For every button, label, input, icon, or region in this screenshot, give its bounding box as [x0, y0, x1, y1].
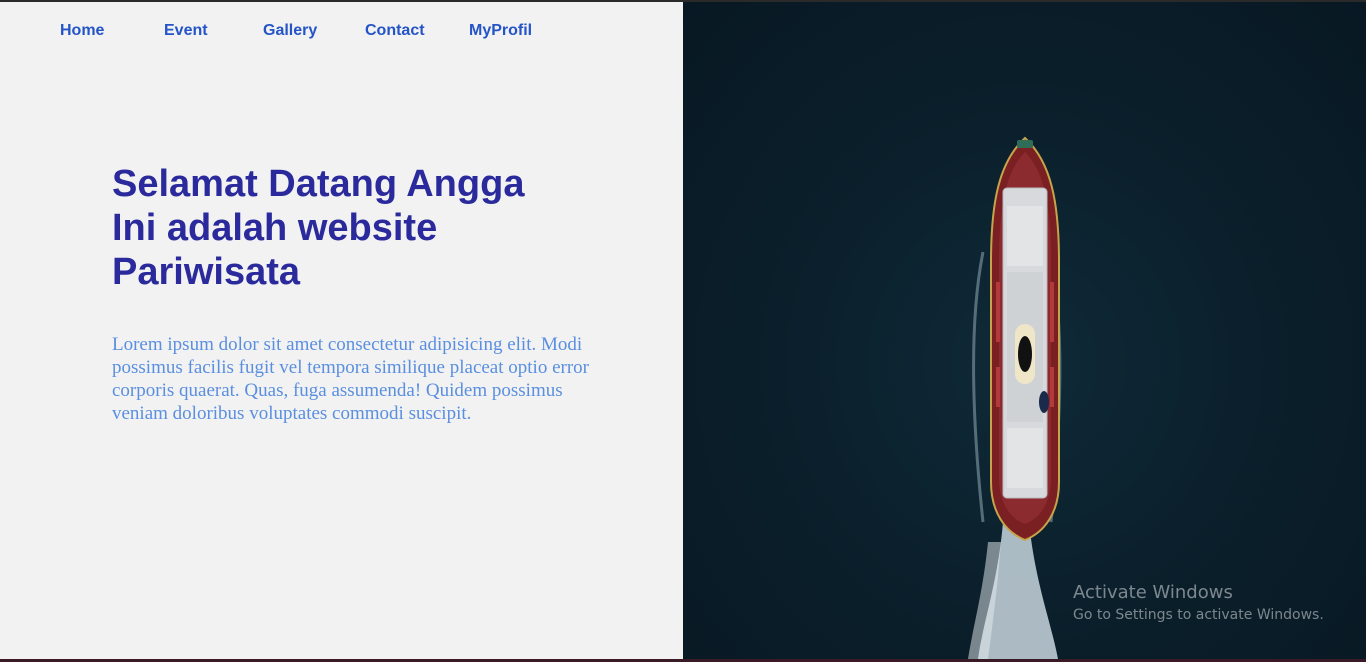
watermark-title: Activate Windows	[1073, 582, 1233, 603]
page: Home Event Gallery Contact MyProfil Sela…	[0, 0, 1366, 662]
hero-title-line-1: Selamat Datang Angga	[112, 163, 525, 205]
watermark-subtitle: Go to Settings to activate Windows.	[1073, 607, 1324, 623]
nav-home-link[interactable]: Home	[60, 22, 104, 40]
hero-image-ship	[683, 2, 1366, 659]
nav-contact-link[interactable]: Contact	[365, 22, 425, 40]
nav-event-link[interactable]: Event	[164, 22, 208, 40]
ship-illustration	[968, 136, 1062, 659]
windows-activation-watermark: Activate Windows Go to Settings to activ…	[1073, 582, 1324, 626]
hero-title-line-2: Ini adalah website	[112, 207, 438, 249]
nav-myprofil-link[interactable]: MyProfil	[469, 22, 532, 40]
left-panel: Home Event Gallery Contact MyProfil Sela…	[0, 2, 683, 659]
nav-gallery-link[interactable]: Gallery	[263, 22, 317, 40]
hero-title: Selamat Datang Angga Ini adalah website …	[112, 162, 632, 294]
hero-paragraph: Lorem ipsum dolor sit amet consectetur a…	[112, 334, 589, 424]
hero-title-line-3: Pariwisata	[112, 251, 300, 293]
